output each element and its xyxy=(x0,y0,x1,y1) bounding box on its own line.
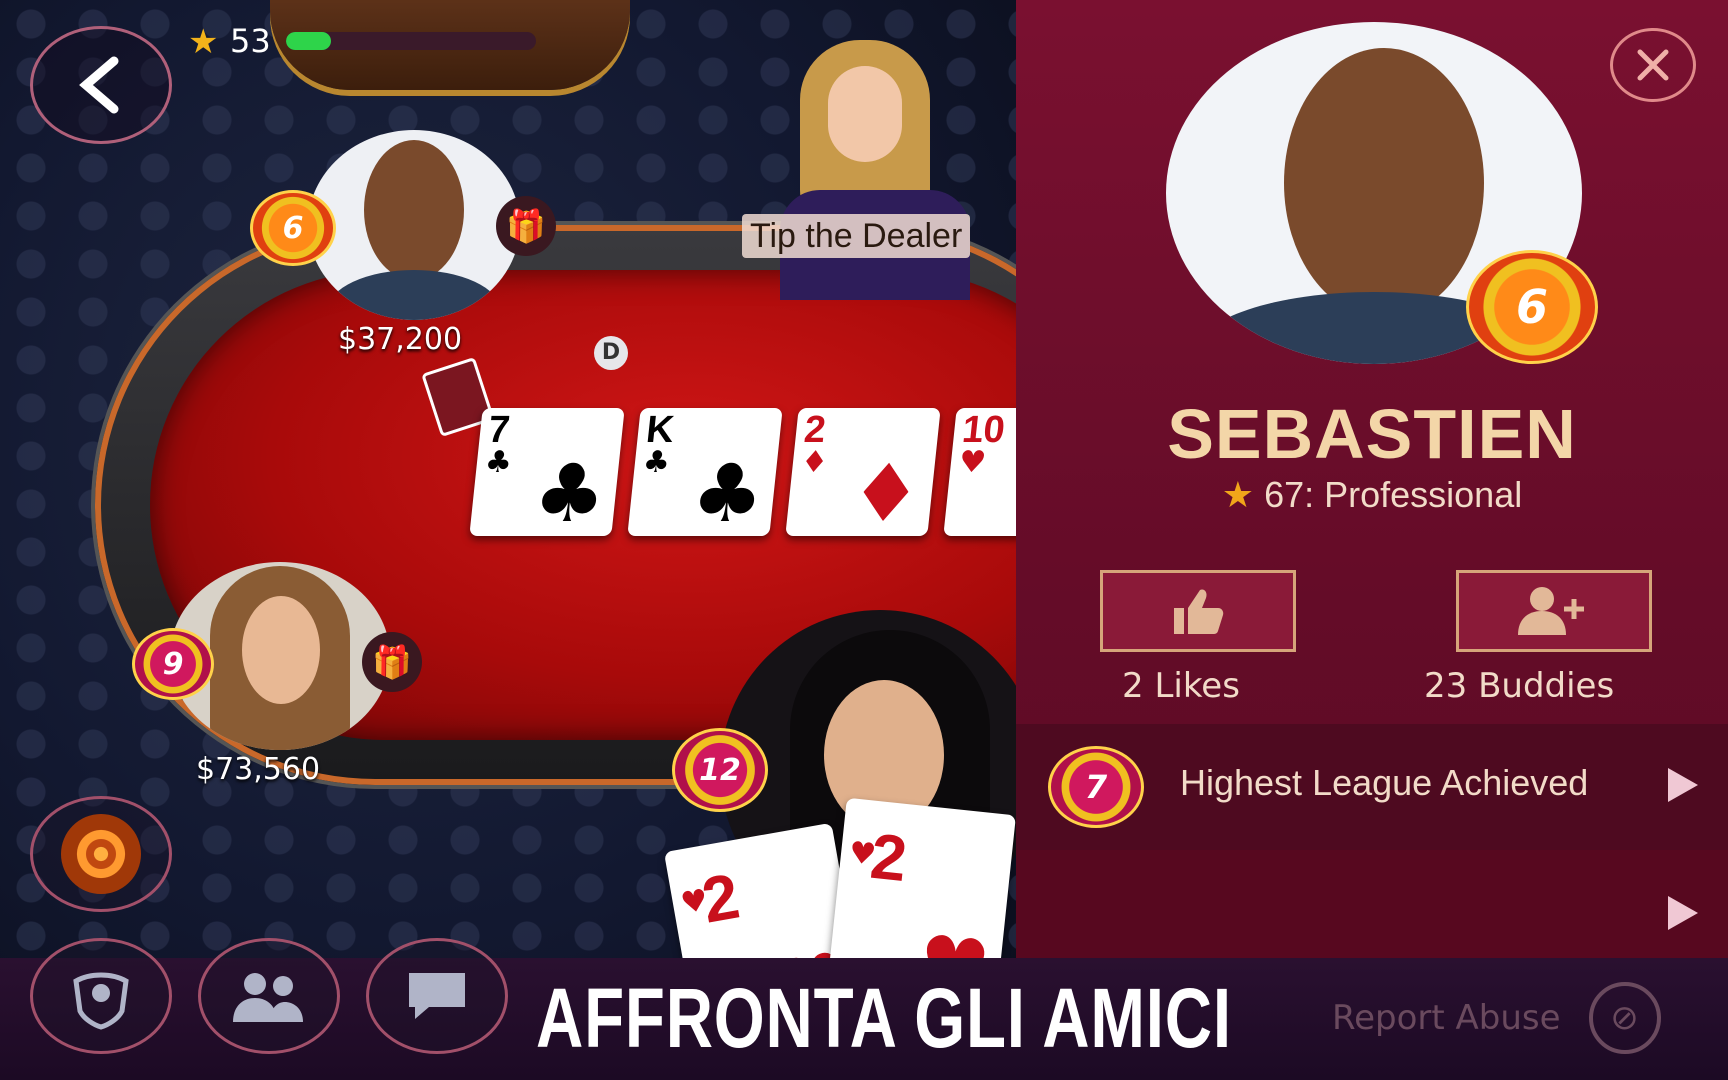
profile-name: SEBASTIEN xyxy=(1167,395,1577,473)
gift-button[interactable]: 🎁 xyxy=(496,196,556,256)
profile-level-chip: 6 xyxy=(1466,250,1598,364)
player-avatar-sebastien[interactable] xyxy=(308,130,520,320)
card-suit-large: ♣ xyxy=(529,447,611,536)
friends-icon xyxy=(233,973,303,1022)
likes-count: 2 Likes xyxy=(1122,666,1240,706)
community-card: K ♣ ♣ xyxy=(627,408,783,536)
missions-button[interactable] xyxy=(30,796,172,912)
close-icon xyxy=(1637,49,1669,81)
card-suit-large: ♣ xyxy=(687,447,769,536)
back-button[interactable] xyxy=(30,26,172,144)
level-chip-hero: 12 xyxy=(672,728,768,812)
gift-button[interactable]: 🎁 xyxy=(362,632,422,692)
xp-bar xyxy=(286,32,536,50)
community-card: 2 ♦ ♦ xyxy=(785,408,941,536)
dealer-face xyxy=(828,66,902,162)
friends-button[interactable] xyxy=(198,938,340,1054)
profile-face xyxy=(1284,48,1484,318)
community-card: 10 ♥ ♥ xyxy=(943,408,1016,536)
card-suit-small: ♥ xyxy=(678,882,711,922)
league-chip: 7 xyxy=(1048,746,1144,828)
card-suit-small: ♥ xyxy=(957,445,988,480)
level-chip-woman: 9 xyxy=(132,628,214,700)
card-rank: 7 xyxy=(486,409,512,451)
player-face xyxy=(242,596,320,704)
card-rank: K xyxy=(644,409,677,451)
card-suit-large: ♦ xyxy=(845,447,927,536)
add-buddy-button[interactable] xyxy=(1456,570,1652,652)
report-abuse-button[interactable]: Report Abuse ⊘ xyxy=(1332,982,1661,1054)
player-stack-sebastien: $37,200 xyxy=(338,322,463,357)
community-card: 7 ♣ ♣ xyxy=(469,408,625,536)
card-rank: 2 xyxy=(802,409,828,451)
play-arrow-icon xyxy=(1668,896,1698,930)
target-icon xyxy=(61,814,141,894)
tip-dealer-button[interactable]: Tip the Dealer xyxy=(742,214,971,258)
chat-icon xyxy=(409,973,465,1019)
close-button[interactable] xyxy=(1610,28,1696,102)
card-suit-small: ♣ xyxy=(483,445,514,480)
card-rank: 10 xyxy=(960,409,1007,451)
card-suit-small: ♣ xyxy=(641,445,672,480)
player-face xyxy=(364,140,464,280)
block-icon: ⊘ xyxy=(1588,982,1661,1054)
chat-button[interactable] xyxy=(366,938,508,1054)
gift-icon: 🎁 xyxy=(372,643,412,681)
rank-label: 67: Professional xyxy=(1264,474,1523,515)
report-abuse-label: Report Abuse xyxy=(1332,998,1561,1038)
thumbs-up-icon xyxy=(1174,589,1224,634)
shield-icon xyxy=(73,972,129,1030)
xp-bar-fill xyxy=(286,32,331,50)
clubs-button[interactable] xyxy=(30,938,172,1054)
level-chip-sebastien: 6 xyxy=(250,190,336,266)
promo-banner: AFFRONTA GLI AMICI xyxy=(536,971,1232,1065)
rank-star-icon: ★ xyxy=(1221,474,1255,515)
player-level: 53 xyxy=(230,22,271,60)
profile-rank: ★ 67: Professional xyxy=(1016,474,1728,516)
chevron-left-icon xyxy=(79,56,119,114)
card-suit-small: ♦ xyxy=(799,445,830,480)
player-profile-panel: 6 SEBASTIEN ★ 67: Professional 2 Likes 2… xyxy=(1016,0,1728,958)
card-suit-large: ♥ xyxy=(1003,447,1016,536)
xp-star-icon: ★ xyxy=(188,22,219,62)
highest-league-row[interactable]: 7 Highest League Achieved xyxy=(1016,724,1728,850)
details-row[interactable] xyxy=(1016,850,1728,958)
poker-table-view: ★ 53 Tip the Dealer 6 🎁 $37,200 D 7 ♣ ♣ K ♣ ♣… xyxy=(0,0,1016,1080)
card-suit-small: ♥ xyxy=(847,835,878,873)
play-arrow-icon xyxy=(1668,768,1698,802)
bottom-toolbar: AFFRONTA GLI AMICI Report Abuse ⊘ xyxy=(0,938,1728,1080)
gift-icon: 🎁 xyxy=(506,207,546,245)
player-shirt xyxy=(328,270,500,320)
like-button[interactable] xyxy=(1100,570,1296,652)
player-stack-woman: $73,560 xyxy=(196,752,321,787)
league-label: Highest League Achieved xyxy=(1180,762,1589,803)
buddies-count: 23 Buddies xyxy=(1424,666,1615,706)
add-user-icon xyxy=(1518,587,1584,635)
dealer-button-marker: D xyxy=(594,336,628,370)
